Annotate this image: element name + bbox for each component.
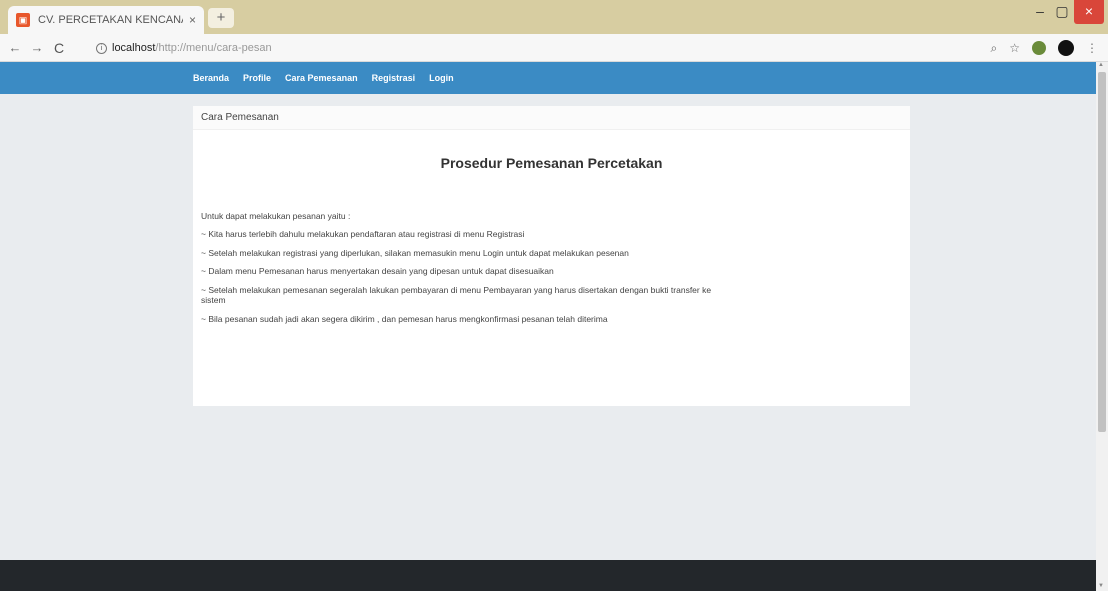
browser-tab[interactable]: ▣ CV. PERCETAKAN KENCANA × bbox=[8, 6, 204, 34]
nav-link-cara-pemesanan[interactable]: Cara Pemesanan bbox=[285, 73, 358, 83]
scroll-up-icon[interactable]: ▲ bbox=[1098, 62, 1104, 68]
step-item: ~ Setelah melakukan registrasi yang dipe… bbox=[201, 247, 629, 258]
nav-link-registrasi[interactable]: Registrasi bbox=[372, 73, 416, 83]
forward-icon[interactable]: → bbox=[26, 40, 48, 55]
maximize-button[interactable]: ▢ bbox=[1052, 0, 1072, 24]
bookmark-star-icon[interactable]: ☆ bbox=[1009, 41, 1020, 55]
nav-link-profile[interactable]: Profile bbox=[243, 73, 271, 83]
tab-title: CV. PERCETAKAN KENCANA bbox=[38, 14, 183, 26]
scroll-down-icon[interactable]: ▼ bbox=[1098, 583, 1104, 589]
step-item: ~ Bila pesanan sudah jadi akan segera di… bbox=[201, 313, 608, 324]
content-card: Cara Pemesanan Prosedur Pemesanan Percet… bbox=[193, 106, 910, 406]
page-title: Prosedur Pemesanan Percetakan bbox=[440, 155, 663, 171]
step-item: ~ Setelah melakukan pemesanan segeralah … bbox=[201, 285, 712, 305]
url-host: localhost bbox=[112, 42, 156, 54]
browser-menu-icon[interactable]: ⋮ bbox=[1086, 41, 1098, 55]
url-path: /http://menu/cara-pesan bbox=[155, 42, 272, 54]
address-bar[interactable]: i localhost /http://menu/cara-pesan bbox=[96, 39, 272, 57]
page-scrollbar[interactable]: ▲ ▼ bbox=[1096, 62, 1108, 591]
site-navbar: Beranda Profile Cara Pemesanan Registras… bbox=[0, 62, 1096, 94]
step-item: ~ Kita harus terlebih dahulu melakukan p… bbox=[201, 228, 525, 239]
tab-close-icon[interactable]: × bbox=[189, 13, 196, 27]
page-viewport: Beranda Profile Cara Pemesanan Registras… bbox=[0, 62, 1096, 591]
card-header: Cara Pemesanan bbox=[193, 106, 910, 130]
scrollbar-thumb[interactable] bbox=[1098, 72, 1106, 432]
info-icon[interactable]: i bbox=[96, 42, 107, 54]
favicon-icon: ▣ bbox=[16, 13, 30, 27]
step-item: ~ Dalam menu Pemesanan harus menyertakan… bbox=[201, 266, 554, 277]
browser-titlebar: ▣ CV. PERCETAKAN KENCANA × + – ▢ × bbox=[0, 0, 1108, 34]
extension-icon[interactable] bbox=[1032, 41, 1046, 55]
toolbar-actions: ⌕ ☆ ⋮ bbox=[991, 40, 1098, 56]
back-icon[interactable]: ← bbox=[4, 40, 26, 55]
nav-links: Beranda Profile Cara Pemesanan Registras… bbox=[193, 62, 454, 94]
profile-icon[interactable] bbox=[1058, 40, 1074, 56]
close-window-button[interactable]: × bbox=[1074, 0, 1104, 24]
nav-link-beranda[interactable]: Beranda bbox=[193, 73, 229, 83]
card-body: Untuk dapat melakukan pesanan yaitu : ~ … bbox=[201, 211, 731, 333]
minimize-button[interactable]: – bbox=[1030, 0, 1050, 24]
zoom-icon[interactable]: ⌕ bbox=[991, 41, 998, 56]
refresh-icon[interactable]: C bbox=[48, 40, 70, 56]
new-tab-button[interactable]: + bbox=[208, 8, 234, 28]
site-footer bbox=[0, 560, 1096, 591]
browser-toolbar: ← → C i localhost /http://menu/cara-pesa… bbox=[0, 34, 1108, 62]
intro-text: Untuk dapat melakukan pesanan yaitu : bbox=[201, 211, 351, 221]
nav-link-login[interactable]: Login bbox=[429, 73, 454, 83]
